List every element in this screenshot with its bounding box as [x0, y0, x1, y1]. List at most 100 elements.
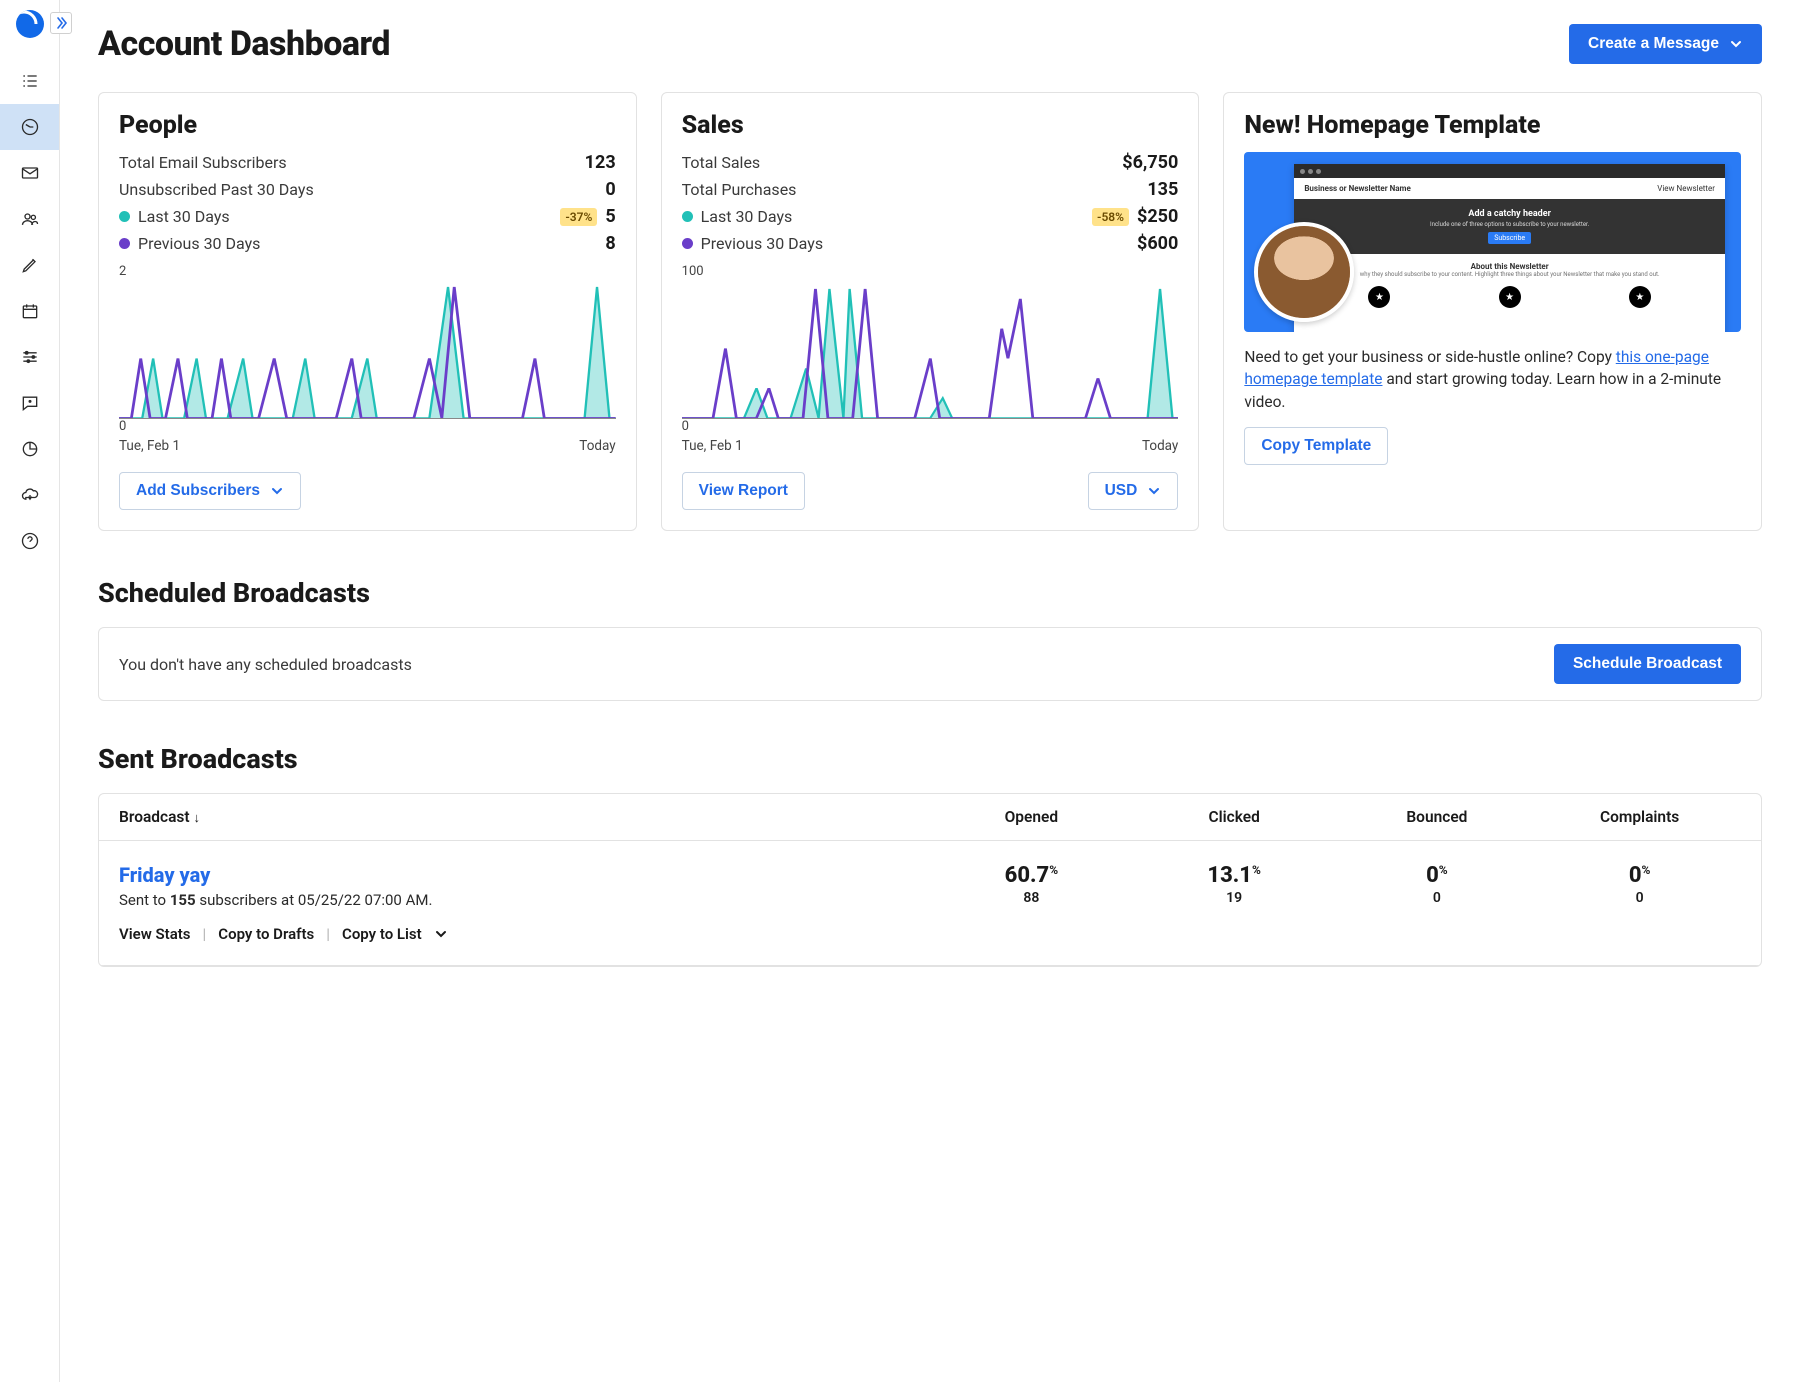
- schedule-broadcast-label: Schedule Broadcast: [1573, 655, 1722, 673]
- scheduled-empty: You don't have any scheduled broadcasts: [119, 655, 412, 674]
- nav-dashboard[interactable]: [0, 104, 59, 150]
- sales-purch-label: Total Purchases: [682, 180, 797, 199]
- sort-down-icon: ↓: [193, 811, 200, 826]
- metric-complaints: 0%0: [1538, 863, 1741, 906]
- promo-avatar: [1254, 222, 1354, 322]
- sidebar: [0, 0, 60, 1382]
- list-icon: [20, 71, 40, 91]
- currency-label: USD: [1105, 482, 1138, 500]
- schedule-broadcast-button[interactable]: Schedule Broadcast: [1554, 644, 1741, 684]
- page-title: Account Dashboard: [98, 24, 390, 64]
- nav-cloud[interactable]: [0, 472, 59, 518]
- chevron-down-icon: [1729, 37, 1743, 51]
- sales-total-label: Total Sales: [682, 153, 761, 172]
- people-last30-label: Last 30 Days: [138, 207, 230, 226]
- sent-title: Sent Broadcasts: [98, 743, 1762, 775]
- th-bounced[interactable]: Bounced: [1336, 808, 1539, 826]
- copy-template-label: Copy Template: [1261, 437, 1371, 455]
- th-opened[interactable]: Opened: [930, 808, 1133, 826]
- nav-list[interactable]: [0, 58, 59, 104]
- nav: [0, 58, 59, 564]
- metric-opened: 60.7%88: [930, 863, 1133, 906]
- promo-title: New! Homepage Template: [1244, 111, 1741, 140]
- view-report-label: View Report: [699, 482, 788, 500]
- metric-clicked: 13.1%19: [1133, 863, 1336, 906]
- people-prev30-label: Previous 30 Days: [138, 234, 260, 253]
- create-message-button[interactable]: Create a Message: [1569, 24, 1762, 64]
- add-subscribers-button[interactable]: Add Subscribers: [119, 472, 301, 510]
- sales-delta-badge: -58%: [1092, 208, 1129, 226]
- table-row: Friday yay Sent to 155 subscribers at 05…: [99, 841, 1761, 966]
- sales-purch-value: 135: [1147, 179, 1178, 200]
- promo-image: Business or Newsletter NameView Newslett…: [1244, 152, 1741, 332]
- help-icon: [20, 531, 40, 551]
- calendar-icon: [20, 301, 40, 321]
- nav-pen[interactable]: [0, 242, 59, 288]
- people-ymax: 2: [119, 264, 616, 279]
- sales-xstart: Tue, Feb 1: [682, 438, 743, 454]
- add-subscribers-label: Add Subscribers: [136, 482, 260, 500]
- scheduled-title: Scheduled Broadcasts: [98, 577, 1762, 609]
- cloud-icon: [20, 485, 40, 505]
- people-icon: [20, 209, 40, 229]
- people-prev30-value: 8: [605, 233, 615, 254]
- chevron-down-icon: [1147, 484, 1161, 498]
- pie-icon: [20, 439, 40, 459]
- sales-card: Sales Total Sales $6,750 Total Purchases 1…: [661, 92, 1200, 531]
- people-xend: Today: [579, 438, 615, 454]
- sales-prev30-value: $600: [1137, 233, 1178, 254]
- sales-chart: [682, 279, 1179, 419]
- dashboard-icon: [20, 117, 40, 137]
- people-total-value: 123: [585, 152, 616, 173]
- nav-help[interactable]: [0, 518, 59, 564]
- sales-xend: Today: [1142, 438, 1178, 454]
- th-clicked[interactable]: Clicked: [1133, 808, 1336, 826]
- chevron-down-icon[interactable]: [434, 927, 448, 941]
- nav-sliders[interactable]: [0, 334, 59, 380]
- sales-title: Sales: [682, 111, 1179, 140]
- sales-ymin: 0: [682, 419, 689, 434]
- metric-bounced: 0%0: [1336, 863, 1539, 906]
- create-message-label: Create a Message: [1588, 35, 1719, 53]
- brand-logo: [16, 10, 44, 38]
- sales-prev30-label: Previous 30 Days: [701, 234, 823, 253]
- action-copy-list[interactable]: Copy to List: [342, 925, 422, 943]
- people-xstart: Tue, Feb 1: [119, 438, 180, 454]
- people-last30-value: 5: [605, 206, 615, 227]
- sales-ymax: 100: [682, 264, 1179, 279]
- nav-reports[interactable]: [0, 426, 59, 472]
- scheduled-panel: You don't have any scheduled broadcasts …: [98, 627, 1762, 701]
- people-ymin: 0: [119, 419, 126, 434]
- th-complaints[interactable]: Complaints: [1538, 808, 1741, 826]
- sales-last30-label: Last 30 Days: [701, 207, 793, 226]
- broadcast-subtext: Sent to 155 subscribers at 05/25/22 07:0…: [119, 891, 930, 909]
- action-copy-drafts[interactable]: Copy to Drafts: [218, 925, 314, 943]
- people-unsub-value: 0: [605, 179, 615, 200]
- currency-button[interactable]: USD: [1088, 472, 1179, 510]
- people-unsub-label: Unsubscribed Past 30 Days: [119, 180, 314, 199]
- people-total-label: Total Email Subscribers: [119, 153, 287, 172]
- promo-text: Need to get your business or side-hustle…: [1244, 346, 1741, 413]
- sales-total-value: $6,750: [1122, 152, 1178, 173]
- people-card: People Total Email Subscribers 123 Unsubs…: [98, 92, 637, 531]
- broadcast-name[interactable]: Friday yay: [119, 863, 930, 887]
- mail-icon: [20, 163, 40, 183]
- nav-chat[interactable]: [0, 380, 59, 426]
- chevron-down-icon: [270, 484, 284, 498]
- view-report-button[interactable]: View Report: [682, 472, 805, 510]
- nav-people[interactable]: [0, 196, 59, 242]
- dot-teal: [682, 211, 693, 222]
- nav-mail[interactable]: [0, 150, 59, 196]
- people-delta-badge: -37%: [560, 208, 597, 226]
- copy-template-button[interactable]: Copy Template: [1244, 427, 1388, 465]
- th-broadcast[interactable]: Broadcast ↓: [119, 808, 930, 826]
- sliders-icon: [20, 347, 40, 367]
- pen-icon: [20, 255, 40, 275]
- promo-card: New! Homepage Template Business or Newsl…: [1223, 92, 1762, 531]
- people-title: People: [119, 111, 616, 140]
- expand-sidebar-button[interactable]: [50, 12, 72, 34]
- sales-last30-value: $250: [1137, 206, 1178, 227]
- action-view-stats[interactable]: View Stats: [119, 925, 191, 943]
- nav-calendar[interactable]: [0, 288, 59, 334]
- dot-teal: [119, 211, 130, 222]
